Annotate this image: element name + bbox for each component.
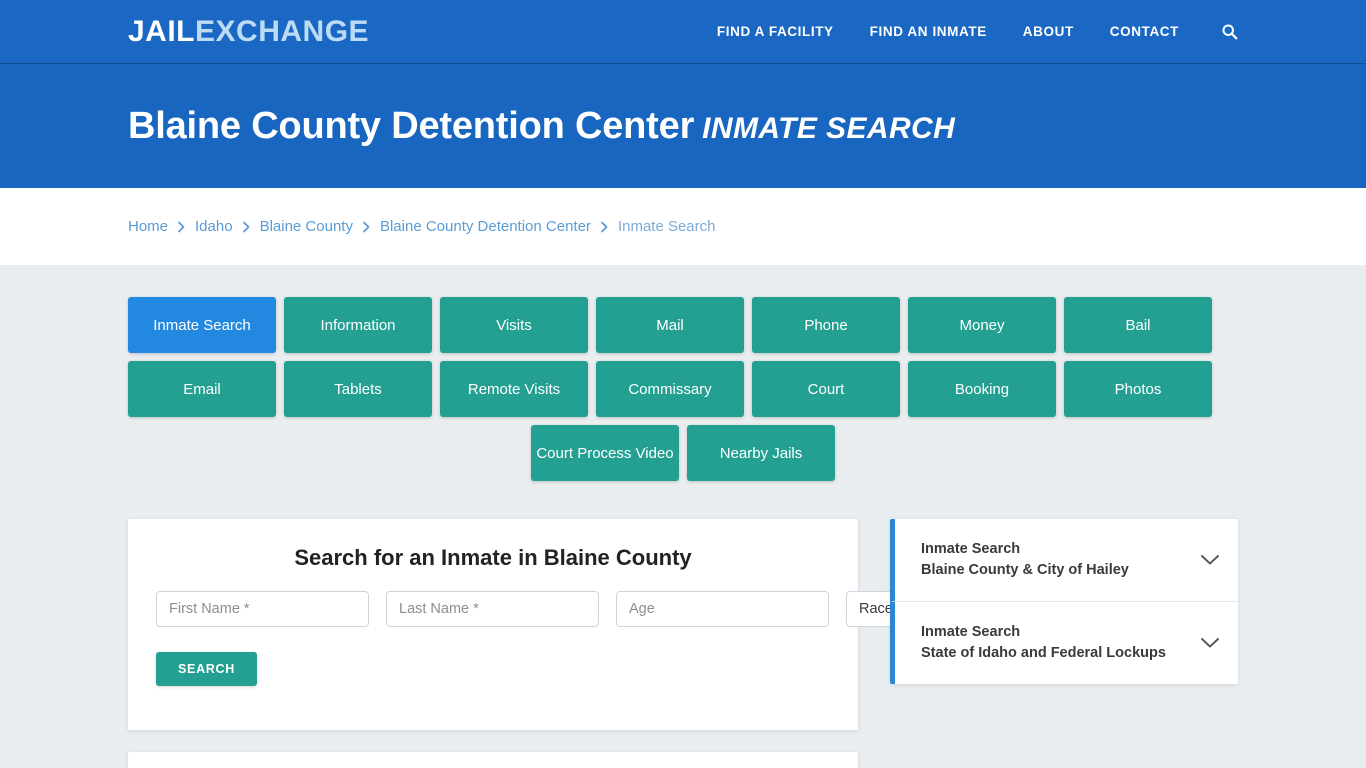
page-title: Blaine County Detention Center INMATE SEA… — [128, 105, 955, 148]
last-name-input[interactable] — [386, 591, 599, 627]
tab-photos[interactable]: Photos — [1064, 361, 1212, 417]
accordion-item-subtitle: Blaine County & City of Hailey — [921, 562, 1129, 579]
accordion-item-title: Inmate Search — [921, 624, 1021, 641]
page-body: Inmate Search Information Visits Mail Ph… — [0, 265, 1366, 768]
sidebar-column: Inmate Search Blaine County & City of Ha… — [890, 519, 1238, 685]
inmate-search-card: Search for an Inmate in Blaine County Ra… — [128, 519, 1006, 730]
breadcrumb-bar: Home Idaho Blaine County Blaine County D… — [0, 188, 1366, 265]
site-logo[interactable]: JAILEXCHANGE — [128, 15, 369, 49]
search-form-row: Race — [156, 591, 1006, 627]
tab-court[interactable]: Court — [752, 361, 900, 417]
first-name-input[interactable] — [156, 591, 369, 627]
nav-item-about[interactable]: ABOUT — [1023, 24, 1074, 39]
accordion-item-text: Inmate Search State of Idaho and Federal… — [921, 622, 1200, 664]
content-columns: Search for an Inmate in Blaine County Ra… — [128, 481, 1238, 768]
logo-text-exchange: EXCHANGE — [195, 14, 370, 48]
breadcrumb-item-home[interactable]: Home — [128, 218, 168, 235]
tab-bail[interactable]: Bail — [1064, 297, 1212, 353]
tab-remote-visits[interactable]: Remote Visits — [440, 361, 588, 417]
chevron-right-icon — [362, 221, 371, 233]
breadcrumb-item-inmate-search: Inmate Search — [617, 218, 716, 235]
tab-mail[interactable]: Mail — [596, 297, 744, 353]
site-header: JAILEXCHANGE FIND A FACILITY FIND AN INM… — [0, 0, 1366, 64]
tab-tablets[interactable]: Tablets — [284, 361, 432, 417]
tab-nearby-jails[interactable]: Nearby Jails — [687, 425, 835, 481]
secondary-results-card — [128, 752, 858, 768]
tab-phone[interactable]: Phone — [752, 297, 900, 353]
main-navigation: FIND A FACILITY FIND AN INMATE ABOUT CON… — [717, 23, 1238, 40]
accordion-item-blaine-county[interactable]: Inmate Search Blaine County & City of Ha… — [890, 519, 1238, 602]
search-button[interactable]: SEARCH — [156, 652, 257, 686]
tab-inmate-search[interactable]: Inmate Search — [128, 297, 276, 353]
accordion-item-text: Inmate Search Blaine County & City of Ha… — [921, 539, 1200, 581]
facility-tab-row-3: Court Process Video Nearby Jails — [128, 425, 1238, 481]
tab-commissary[interactable]: Commissary — [596, 361, 744, 417]
search-icon[interactable] — [1221, 23, 1238, 40]
tab-information[interactable]: Information — [284, 297, 432, 353]
logo-text-jail: JAIL — [128, 14, 196, 48]
accordion-item-subtitle: State of Idaho and Federal Lockups — [921, 645, 1166, 662]
chevron-down-icon[interactable] — [1200, 554, 1220, 566]
breadcrumb-item-idaho[interactable]: Idaho — [195, 218, 233, 235]
chevron-right-icon — [600, 221, 609, 233]
tab-money[interactable]: Money — [908, 297, 1056, 353]
breadcrumb: Home Idaho Blaine County Blaine County D… — [128, 218, 716, 235]
chevron-right-icon — [242, 221, 251, 233]
facility-tab-grid: Inmate Search Information Visits Mail Ph… — [128, 265, 1238, 417]
breadcrumb-item-detention-center[interactable]: Blaine County Detention Center — [380, 218, 591, 235]
accordion-item-title: Inmate Search — [921, 541, 1021, 557]
tab-court-process-video[interactable]: Court Process Video — [531, 425, 679, 481]
inmate-search-accordion: Inmate Search Blaine County & City of Ha… — [890, 519, 1238, 685]
page-title-main: Blaine County Detention Center — [128, 104, 695, 147]
chevron-right-icon — [177, 221, 186, 233]
breadcrumb-item-blaine-county[interactable]: Blaine County — [260, 218, 353, 235]
main-column: Search for an Inmate in Blaine County Ra… — [128, 519, 1006, 768]
chevron-down-icon[interactable] — [1200, 637, 1220, 649]
tab-booking[interactable]: Booking — [908, 361, 1056, 417]
page-title-sub: INMATE SEARCH — [702, 111, 956, 145]
age-input[interactable] — [616, 591, 829, 627]
tab-email[interactable]: Email — [128, 361, 276, 417]
nav-item-contact[interactable]: CONTACT — [1110, 24, 1179, 39]
page-hero: Blaine County Detention Center INMATE SEA… — [0, 64, 1366, 188]
nav-item-find-a-facility[interactable]: FIND A FACILITY — [717, 24, 834, 39]
tab-visits[interactable]: Visits — [440, 297, 588, 353]
accordion-item-state-of-idaho[interactable]: Inmate Search State of Idaho and Federal… — [890, 601, 1238, 685]
search-card-title: Search for an Inmate in Blaine County — [294, 545, 692, 570]
nav-item-find-an-inmate[interactable]: FIND AN INMATE — [870, 24, 987, 39]
